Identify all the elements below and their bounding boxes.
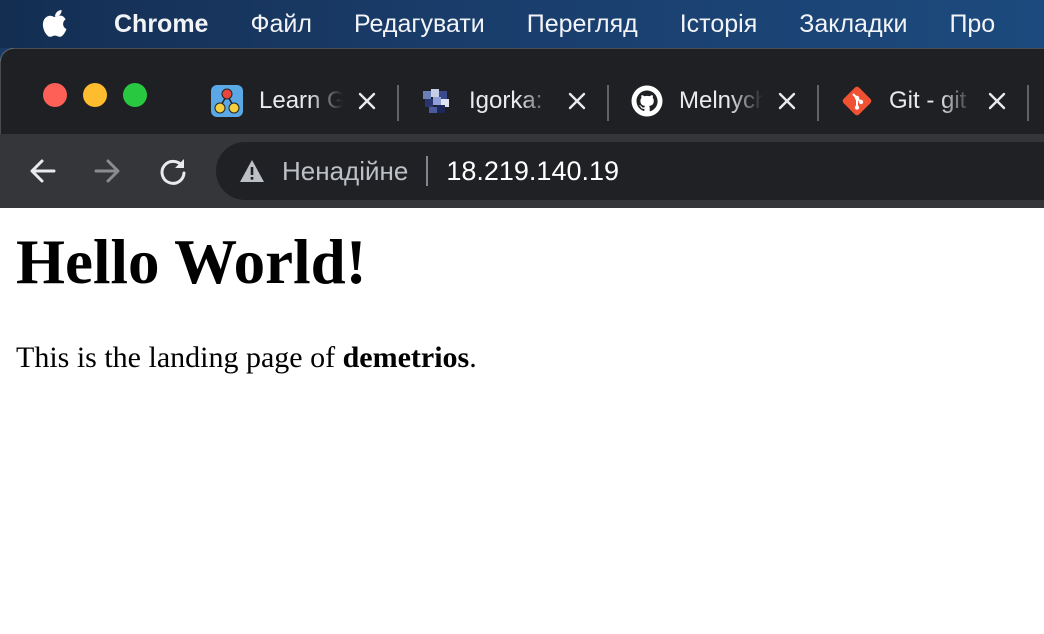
close-tab-icon[interactable]	[357, 91, 377, 111]
page-paragraph: This is the landing page of demetrios.	[16, 340, 477, 376]
tab-separator	[397, 85, 399, 121]
menu-history[interactable]: Історія	[680, 10, 758, 39]
learn-git-branching-icon	[211, 85, 243, 117]
address-divider	[426, 156, 429, 186]
tab-title: Git - git	[889, 87, 967, 114]
menu-file[interactable]: Файл	[250, 10, 311, 39]
tab-git-scm[interactable]: Git - git	[841, 75, 1007, 127]
tab-separator	[607, 85, 609, 121]
tab-title: Melnych	[679, 87, 763, 114]
browser-toolbar: Ненадійне 18.219.140.19	[0, 134, 1044, 208]
menu-profiles[interactable]: Про	[949, 10, 995, 39]
back-arrow-icon[interactable]	[26, 154, 60, 188]
chrome-window: Learn Git Igorka:	[0, 48, 1044, 634]
menu-view[interactable]: Перегляд	[527, 10, 638, 39]
macos-menu-bar: Chrome Файл Редагувати Перегляд Історія …	[0, 0, 1044, 48]
menu-edit[interactable]: Редагувати	[354, 10, 485, 39]
tab-separator	[817, 85, 819, 121]
paragraph-period: .	[469, 341, 477, 374]
close-tab-icon[interactable]	[777, 91, 797, 111]
tab-separator	[1027, 85, 1029, 121]
close-tab-icon[interactable]	[987, 91, 1007, 111]
minimize-window-button[interactable]	[83, 83, 107, 107]
warning-triangle-icon[interactable]	[238, 157, 266, 185]
site-name: demetrios	[342, 341, 470, 374]
page-heading: Hello World!	[16, 227, 367, 297]
menu-bookmarks[interactable]: Закладки	[799, 10, 907, 39]
security-status-label[interactable]: Ненадійне	[282, 156, 408, 187]
tab-title: Igorka:	[469, 87, 543, 114]
tab-melnych[interactable]: Melnych	[631, 75, 797, 127]
page-content: Hello World! This is the landing page of…	[0, 208, 1044, 634]
reload-icon[interactable]	[156, 154, 190, 188]
paragraph-text: This is the landing page of	[16, 341, 343, 374]
url-text[interactable]: 18.219.140.19	[446, 156, 619, 187]
menu-app-chrome[interactable]: Chrome	[114, 10, 208, 39]
pixel-art-icon	[423, 89, 449, 113]
tab-title: Learn Git	[259, 87, 343, 114]
tab-strip: Learn Git Igorka:	[0, 48, 1044, 134]
tab-igorka[interactable]: Igorka:	[421, 75, 587, 127]
forward-arrow-icon[interactable]	[90, 154, 124, 188]
address-bar[interactable]: Ненадійне 18.219.140.19	[216, 142, 1044, 200]
close-window-button[interactable]	[43, 83, 67, 107]
apple-logo-icon[interactable]	[42, 9, 70, 39]
fullscreen-window-button[interactable]	[123, 83, 147, 107]
close-tab-icon[interactable]	[567, 91, 587, 111]
tab-learn-git[interactable]: Learn Git	[211, 75, 377, 127]
git-logo-icon	[842, 86, 872, 116]
github-icon	[631, 85, 663, 117]
